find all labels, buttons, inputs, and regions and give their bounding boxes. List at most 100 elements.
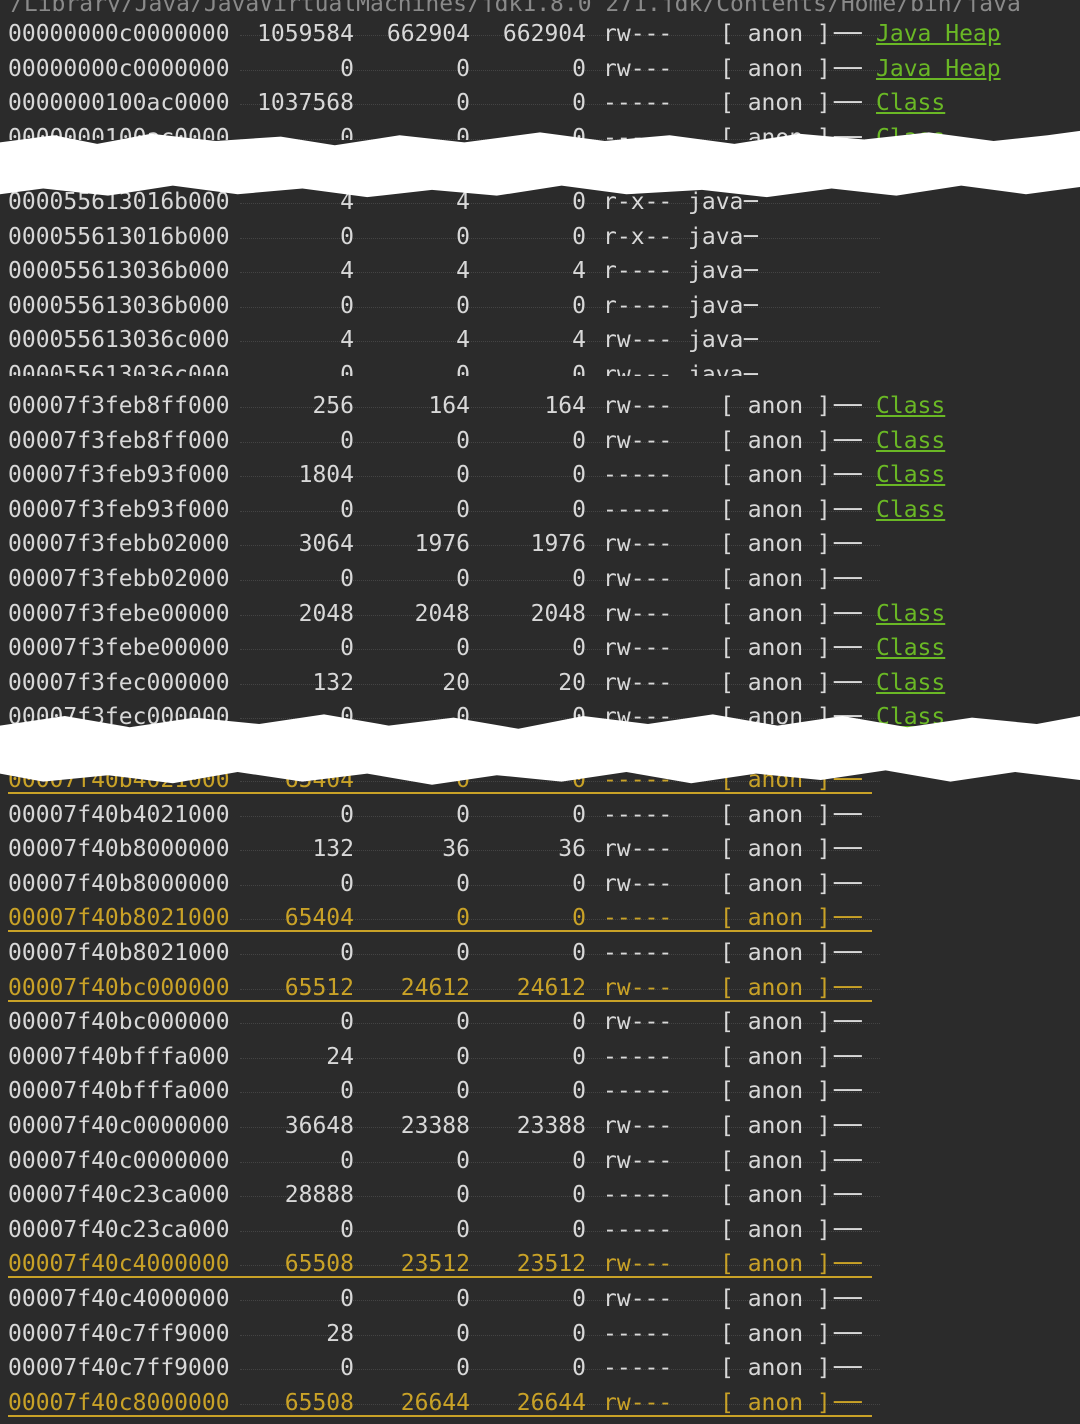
mapping-cell: [ anon ] xyxy=(720,1251,831,1278)
address-cell: 00007f3febe00000 xyxy=(8,600,230,627)
rss-cell: 26644 xyxy=(400,1389,470,1416)
line-leader: ── xyxy=(834,427,862,454)
annotation-link[interactable]: Java Heap xyxy=(876,20,1001,48)
kbytes-cell: 4 xyxy=(340,327,354,354)
mode-cell: ----- xyxy=(603,1216,673,1243)
annotation-link[interactable]: Class xyxy=(876,634,945,662)
address-cell: 00007f3febb02000 xyxy=(8,565,230,592)
line-leader: ── xyxy=(834,1251,862,1278)
table-row: 00007f3febe00000 2048 2048 2048 rw--- [ anon … xyxy=(0,596,1080,631)
line-leader: ── xyxy=(834,55,862,82)
rss-cell: 0 xyxy=(456,1320,470,1347)
kbytes-cell: 0 xyxy=(340,1355,354,1382)
line-leader: ─ xyxy=(744,327,758,354)
rss-cell: 0 xyxy=(456,361,470,376)
address-cell: 00007f40b8000000 xyxy=(8,836,230,863)
table-row: 00007f40bc000000 0 0 0 rw--- [ anon ] ── xyxy=(0,1004,1080,1039)
mapping-cell: [ anon ] xyxy=(720,635,831,662)
line-leader: ── xyxy=(834,1182,862,1209)
mapping-cell: [ anon ] xyxy=(720,565,831,592)
annotation-link[interactable]: Class xyxy=(876,427,945,455)
rss-cell: 0 xyxy=(456,565,470,592)
mode-cell: rw--- xyxy=(603,1112,673,1139)
annotation-link[interactable]: Class xyxy=(876,461,945,489)
rss-cell: 0 xyxy=(456,55,470,82)
address-cell: 00007f40bc000000 xyxy=(8,974,230,1001)
dot-leader xyxy=(240,237,880,239)
table-row: 00007f3feb8ff000 0 0 0 rw--- [ anon ] ── Class xyxy=(0,423,1080,458)
table-row: 00007f3feb93f000 0 0 0 ----- [ anon ] ── Class xyxy=(0,492,1080,527)
line-leader: ── xyxy=(834,1043,862,1070)
annotation-link[interactable]: Class xyxy=(876,89,945,117)
line-leader: ── xyxy=(834,870,862,897)
kbytes-cell: 0 xyxy=(340,1009,354,1036)
mode-cell: ----- xyxy=(603,939,673,966)
address-cell: 00007f40c8000000 xyxy=(8,1389,230,1416)
dirty-cell: 4 xyxy=(572,258,586,285)
address-cell: 00000000c0000000 xyxy=(8,21,230,47)
table-row: 00007f40c0000000 36648 23388 23388 rw--- [ an… xyxy=(0,1108,1080,1143)
kbytes-cell: 0 xyxy=(340,361,354,376)
mapping-cell: [ anon ] xyxy=(720,1147,831,1174)
annotation-link[interactable]: Class xyxy=(876,392,945,420)
address-cell: 00007f40b8021000 xyxy=(8,939,230,966)
kbytes-cell: 0 xyxy=(340,496,354,523)
table-row: 000055613036b000 0 0 0 r---- java ─ xyxy=(0,288,1080,323)
dirty-cell: 0 xyxy=(572,292,586,319)
line-leader: ── xyxy=(834,21,862,47)
address-cell: 00007f40bfffa000 xyxy=(8,1078,230,1105)
kbytes-cell: 65404 xyxy=(284,905,354,932)
dirty-cell: 0 xyxy=(572,361,586,376)
address-cell: 00007f3feb8ff000 xyxy=(8,393,230,419)
dirty-cell: 23388 xyxy=(516,1112,586,1139)
address-cell: 00007f3febe00000 xyxy=(8,635,230,662)
dirty-cell: 23512 xyxy=(516,1251,586,1278)
kbytes-cell: 0 xyxy=(340,1147,354,1174)
dirty-cell: 0 xyxy=(572,801,586,828)
kbytes-cell: 1059584 xyxy=(257,21,354,47)
mapping-cell: [ anon ] xyxy=(720,669,831,696)
mode-cell: ----- xyxy=(603,1043,673,1070)
kbytes-cell: 28 xyxy=(326,1320,354,1347)
annotation-link[interactable]: Java Heap xyxy=(876,55,1001,83)
rss-cell: 24612 xyxy=(400,974,470,1001)
table-row-highlighted: 00007f40c8000000 65508 26644 26644 rw--- [ an… xyxy=(0,1385,1080,1420)
mode-cell: rw--- xyxy=(603,1147,673,1174)
kbytes-cell: 132 xyxy=(312,836,354,863)
rss-cell: 4 xyxy=(456,258,470,285)
mode-cell: ----- xyxy=(603,1320,673,1347)
dirty-cell: 0 xyxy=(572,905,586,932)
rss-cell: 0 xyxy=(456,496,470,523)
table-row: 00007f40c0000000 0 0 0 rw--- [ anon ] ── xyxy=(0,1143,1080,1178)
address-cell: 00007f3feb8ff000 xyxy=(8,427,230,454)
address-cell: 00007f40c0000000 xyxy=(8,1147,230,1174)
mapping-cell: [ anon ] xyxy=(720,1216,831,1243)
annotation-link[interactable]: Class xyxy=(876,669,945,697)
dirty-cell: 164 xyxy=(544,393,586,419)
mode-cell: rw--- xyxy=(603,565,673,592)
address-cell: 00007f40c0000000 xyxy=(8,1112,230,1139)
dirty-cell: 0 xyxy=(572,223,586,250)
table-row: 00007f3fec000000 132 20 20 rw--- [ anon ] ── Cl… xyxy=(0,665,1080,700)
table-row: 0000000100ac0000 1037568 0 0 ----- [ anon ] ──… xyxy=(0,85,1080,120)
rss-cell: 0 xyxy=(456,292,470,319)
dirty-cell: 0 xyxy=(572,189,586,215)
table-row: 00007f3febe00000 0 0 0 rw--- [ anon ] ── Class xyxy=(0,630,1080,665)
rss-cell: 0 xyxy=(456,870,470,897)
rss-cell: 1976 xyxy=(414,531,470,558)
dirty-cell: 0 xyxy=(572,1009,586,1036)
mode-cell: ----- xyxy=(603,462,673,489)
rss-cell: 0 xyxy=(456,1147,470,1174)
rss-cell: 0 xyxy=(456,427,470,454)
kbytes-cell: 132 xyxy=(312,669,354,696)
kbytes-cell: 256 xyxy=(312,393,354,419)
table-row: 00007f40bfffa000 24 0 0 ----- [ anon ] ── xyxy=(0,1039,1080,1074)
rss-cell: 0 xyxy=(456,90,470,117)
annotation-link[interactable]: Class xyxy=(876,600,945,628)
kbytes-cell: 0 xyxy=(340,1216,354,1243)
rss-cell: 23512 xyxy=(400,1251,470,1278)
table-row: 00007f40b8021000 0 0 0 ----- [ anon ] ── xyxy=(0,935,1080,970)
annotation-link[interactable]: Class xyxy=(876,496,945,524)
kbytes-cell: 1804 xyxy=(298,462,354,489)
section4-rows: 00007f40b40210006540400-----[ anon ]──00… xyxy=(0,762,1080,1419)
